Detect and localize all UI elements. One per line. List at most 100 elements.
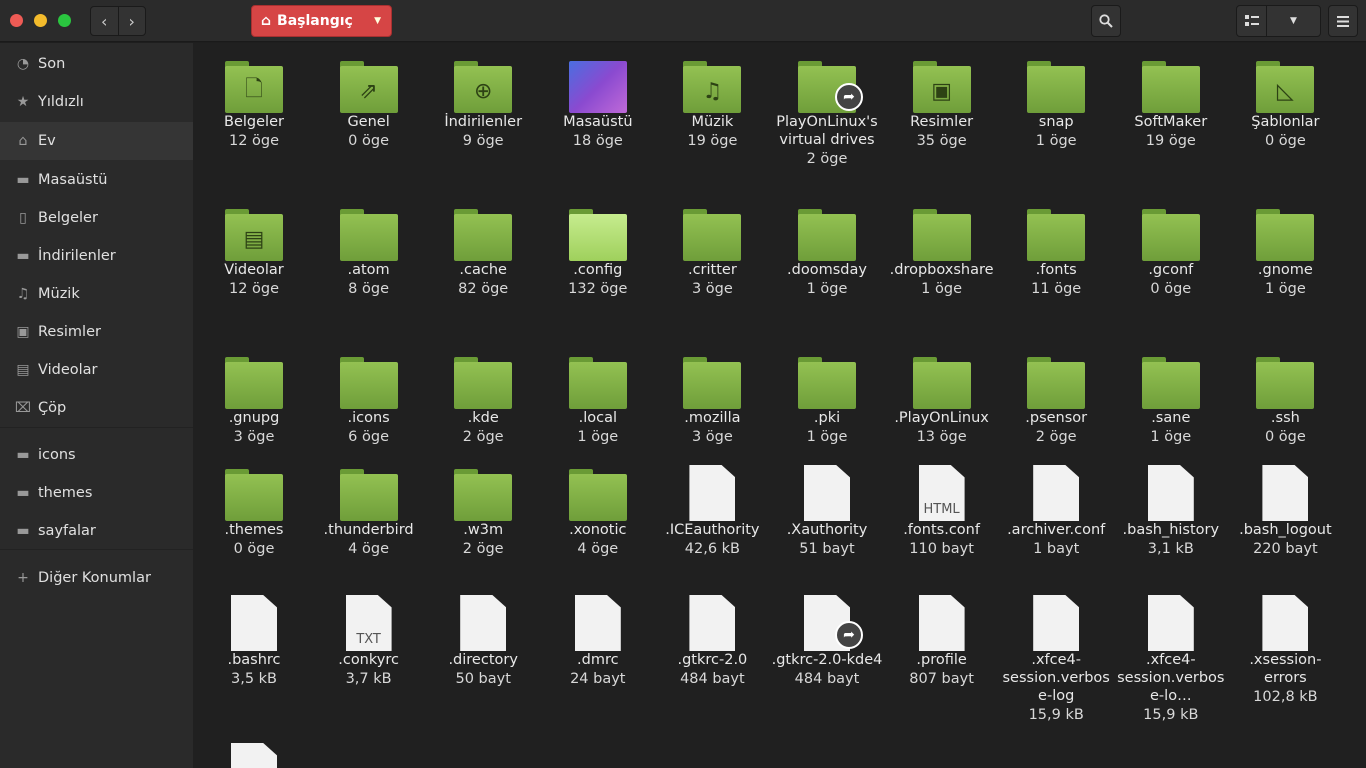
minimize-window-button[interactable] — [34, 14, 47, 27]
sidebar-item-çöp[interactable]: ⌧ Çöp — [0, 389, 193, 427]
file-item[interactable]: .archiver.conf 1 bayt — [999, 461, 1113, 559]
folder-item[interactable]: .icons 6 öge — [312, 349, 426, 447]
folder-item[interactable]: ♫ Müzik 19 öge — [655, 53, 769, 151]
file-item[interactable]: .ICEauthority 42,6 kB — [655, 461, 769, 559]
file-item[interactable]: HTML .fonts.conf 110 bayt — [885, 461, 999, 559]
folder-item[interactable]: .mozilla 3 öge — [655, 349, 769, 447]
item-name: .cache — [459, 262, 507, 278]
file-item[interactable]: .directory 50 bayt — [426, 591, 540, 689]
header-bar: ‹ › ⌂ Başlangıç ▼ ▼ — [0, 0, 1366, 42]
folder-item[interactable]: .thunderbird 4 öge — [312, 461, 426, 559]
item-name: .bash_logout — [1239, 522, 1332, 538]
sidebar-item-yıldızlı[interactable]: ★ Yıldızlı — [0, 83, 193, 121]
folder-icon: ⊕ — [453, 53, 513, 113]
item-name: Videolar — [224, 262, 284, 278]
folder-item[interactable]: ⊕ İndirilenler 9 öge — [426, 53, 540, 151]
sidebar-item-belgeler[interactable]: ▯ Belgeler — [0, 199, 193, 237]
folder-item[interactable]: .xonotic 4 öge — [541, 461, 655, 559]
sidebar-item-ev[interactable]: ⌂ Ev — [0, 122, 193, 160]
file-item[interactable]: .xsession-errors 102,8 kB — [1228, 591, 1342, 707]
folder-icon — [568, 461, 628, 521]
folder-item[interactable]: .gnupg 3 öge — [197, 349, 311, 447]
item-name: .gtkrc-2.0 — [677, 652, 748, 668]
folder-item[interactable]: .config 132 öge — [541, 201, 655, 299]
folder-item[interactable]: .kde 2 öge — [426, 349, 540, 447]
file-item[interactable]: .dmrc 24 bayt — [541, 591, 655, 689]
star-icon: ★ — [16, 94, 30, 110]
folder-item[interactable]: ▣ Resimler 35 öge — [885, 53, 999, 151]
sidebar-item-son[interactable]: ◔ Son — [0, 45, 193, 83]
folder-item[interactable]: .PlayOnLinux 13 öge — [885, 349, 999, 447]
file-item[interactable]: .xfce4-session.verbose-log 15,9 kB — [999, 591, 1113, 725]
item-size: 220 bayt — [1253, 541, 1318, 557]
sidebar-item-sayfalar[interactable]: ▬ sayfalar — [0, 512, 193, 550]
sidebar-item-label: Yıldızlı — [38, 94, 84, 110]
item-size: 2 öge — [462, 429, 504, 445]
sidebar-item-videolar[interactable]: ▤ Videolar — [0, 351, 193, 389]
folder-item[interactable]: .cache 82 öge — [426, 201, 540, 299]
sidebar-item-resimler[interactable]: ▣ Resimler — [0, 313, 193, 351]
file-item[interactable]: .bash_history 3,1 kB — [1114, 461, 1228, 559]
folder-item[interactable]: Masaüstü 18 öge — [541, 53, 655, 151]
folder-item[interactable]: SoftMaker 19 öge — [1114, 53, 1228, 151]
search-button[interactable] — [1091, 5, 1121, 37]
folder-item[interactable]: ⇗ Genel 0 öge — [312, 53, 426, 151]
folder-item[interactable]: .dropboxshare 1 öge — [885, 201, 999, 299]
forward-button[interactable]: › — [119, 7, 146, 35]
folder-item[interactable]: snap 1 öge — [999, 53, 1113, 151]
folder-item[interactable]: .gnome 1 öge — [1228, 201, 1342, 299]
folder-icon — [797, 349, 857, 409]
chevron-down-icon: ▼ — [1290, 16, 1297, 26]
location-button[interactable]: ⌂ Başlangıç ▼ — [251, 5, 392, 37]
file-item[interactable]: .Xauthority 51 bayt — [770, 461, 884, 559]
sidebar-item-müzik[interactable]: ♫ Müzik — [0, 275, 193, 313]
file-item[interactable]: TXT .conkyrc 3,7 kB — [312, 591, 426, 689]
folder-item[interactable]: .atom 8 öge — [312, 201, 426, 299]
file-item[interactable]: ➦ .gtkrc-2.0-kde4 484 bayt — [770, 591, 884, 689]
file-item[interactable]: .gtkrc-2.0 484 bayt — [655, 591, 769, 689]
item-name: .bash_history — [1122, 522, 1220, 538]
sidebar-item-i-ndirilenler[interactable]: ▬ İndirilenler — [0, 237, 193, 275]
maximize-window-button[interactable] — [58, 14, 71, 27]
folder-item[interactable]: ◺ Şablonlar 0 öge — [1228, 53, 1342, 151]
folder-item[interactable]: .ssh 0 öge — [1228, 349, 1342, 447]
file-icon — [682, 461, 742, 521]
search-icon — [1099, 14, 1113, 28]
sidebar-item-themes[interactable]: ▬ themes — [0, 474, 193, 512]
folder-item[interactable]: 🗋 Belgeler 12 öge — [197, 53, 311, 151]
file-item[interactable]: .profile 807 bayt — [885, 591, 999, 689]
folder-item[interactable]: .critter 3 öge — [655, 201, 769, 299]
folder-item[interactable]: .fonts 11 öge — [999, 201, 1113, 299]
trash-icon: ⌧ — [14, 400, 32, 416]
folder-item[interactable]: .doomsday 1 öge — [770, 201, 884, 299]
folder-icon — [339, 349, 399, 409]
folder-icon — [224, 461, 284, 521]
folder-item[interactable]: .psensor 2 öge — [999, 349, 1113, 447]
folder-item[interactable]: .pki 1 öge — [770, 349, 884, 447]
sidebar-item-masaüstü[interactable]: ▬ Masaüstü — [0, 161, 193, 199]
folder-item[interactable]: .sane 1 öge — [1114, 349, 1228, 447]
sidebar-item-diğer-konumlar[interactable]: + Diğer Konumlar — [0, 559, 193, 597]
file-item[interactable]: .bashrc 3,5 kB — [197, 591, 311, 689]
sidebar-item-icons[interactable]: ▬ icons — [0, 436, 193, 474]
back-button[interactable]: ‹ — [91, 7, 119, 35]
folder-item[interactable]: ➦ PlayOnLinux's virtual drives 2 öge — [770, 53, 884, 169]
menu-button[interactable] — [1328, 5, 1358, 37]
folder-item[interactable]: ▤ Videolar 12 öge — [197, 201, 311, 299]
folder-item[interactable]: .w3m 2 öge — [426, 461, 540, 559]
folder-item[interactable]: .gconf 0 öge — [1114, 201, 1228, 299]
folder-icon — [1255, 201, 1315, 261]
folder-item[interactable]: .local 1 öge — [541, 349, 655, 447]
file-item[interactable]: </> — [197, 739, 311, 768]
close-window-button[interactable] — [10, 14, 23, 27]
item-name: .gnome — [1257, 262, 1313, 278]
folder-item[interactable]: .themes 0 öge — [197, 461, 311, 559]
list-view-button[interactable] — [1237, 6, 1267, 36]
file-item[interactable]: .bash_logout 220 bayt — [1228, 461, 1342, 559]
item-size: 50 bayt — [455, 671, 511, 687]
file-item[interactable]: .xfce4-session.verbose-lo… 15,9 kB — [1114, 591, 1228, 725]
item-size: 82 öge — [458, 281, 509, 297]
view-options-button[interactable]: ▼ — [1267, 16, 1320, 26]
item-name: PlayOnLinux's virtual drives — [776, 114, 878, 148]
item-size: 1 öge — [1150, 429, 1192, 445]
